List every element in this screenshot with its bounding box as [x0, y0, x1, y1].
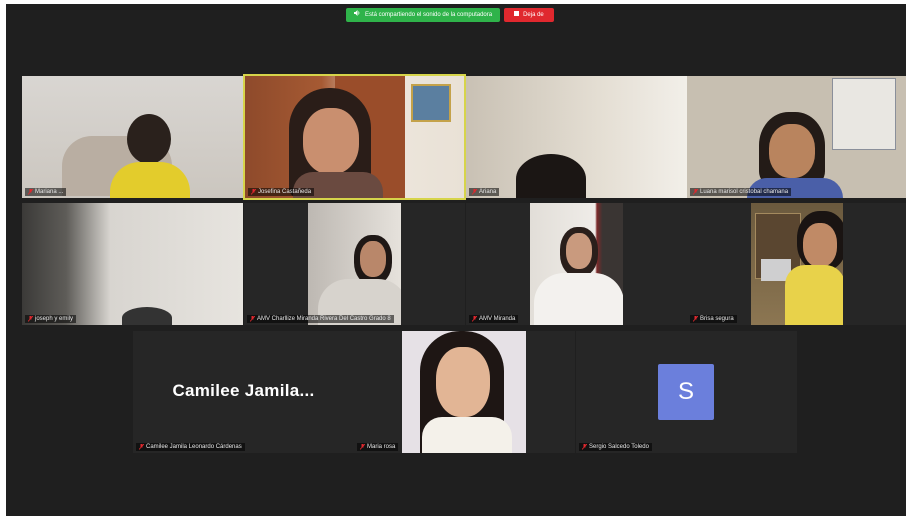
- participant-tile-camilee[interactable]: Camilee Jamila... Camilee Jamila Leonard…: [133, 331, 354, 453]
- participant-name: joseph y emily: [35, 316, 74, 322]
- stop-label: Deja de: [523, 12, 544, 18]
- participant-name-label: AMV Miranda: [469, 315, 519, 323]
- participant-name-label: joseph y emily: [25, 315, 77, 323]
- participant-name-label: Camilee Jamila Leonardo Cárdenas: [136, 443, 245, 451]
- person-head: [127, 114, 171, 164]
- participant-video: [22, 203, 243, 325]
- participant-video: [308, 203, 401, 325]
- participant-name-label: Luana marisol cristobal chamana: [690, 188, 792, 196]
- participant-name-label: Sergio Salcedo Toledo: [579, 443, 652, 451]
- participant-name: Sergio Salcedo Toledo: [589, 444, 649, 450]
- avatar: S: [658, 364, 714, 420]
- participant-video: [530, 203, 623, 325]
- participant-tile-maria-rosa[interactable]: Maria rosa: [354, 331, 575, 453]
- person-face: [436, 347, 490, 417]
- participant-tile-ariana[interactable]: Ariana: [466, 76, 687, 198]
- participant-tile-amv-miranda[interactable]: AMV Miranda: [466, 203, 687, 325]
- participant-tile-brisa[interactable]: Brisa segura: [687, 203, 906, 325]
- person-face: [769, 124, 815, 178]
- person-body: [110, 162, 190, 198]
- participant-name: Josefina Castañeda: [258, 189, 312, 195]
- participant-name: Luana marisol cristobal chamana: [700, 189, 789, 195]
- blurred-object: [122, 307, 172, 325]
- participant-video: [402, 331, 526, 453]
- participant-tile-luana[interactable]: Luana marisol cristobal chamana: [687, 76, 906, 198]
- person-body: [785, 265, 843, 325]
- participant-name: Maria rosa: [367, 444, 396, 450]
- participant-display-name: Camilee Jamila...: [172, 381, 315, 400]
- participant-name-label: Ariana: [469, 188, 500, 196]
- participant-tile-mariana[interactable]: Mariana ...: [22, 76, 243, 198]
- person-face: [803, 223, 837, 267]
- participant-tile-sergio[interactable]: S Sergio Salcedo Toledo: [576, 331, 797, 453]
- sharing-text: Está compartiendo el sonido de la comput…: [365, 12, 493, 18]
- participant-name-label: Josefina Castañeda: [248, 188, 315, 196]
- person-face: [360, 241, 386, 277]
- participant-video: [22, 76, 243, 198]
- participant-tile-amv-charllize[interactable]: AMV Charllize Miranda Rivera Del Castro …: [244, 203, 465, 325]
- participant-name: Mariana ...: [35, 189, 64, 195]
- person-body: [422, 417, 512, 453]
- muted-mic-icon: [28, 316, 33, 322]
- participant-name-label: Mariana ...: [25, 188, 67, 196]
- participant-name: AMV Miranda: [479, 316, 516, 322]
- share-status-bar: Está compartiendo el sonido de la comput…: [346, 8, 554, 22]
- participant-video: [466, 76, 687, 198]
- person-face: [303, 108, 359, 174]
- muted-mic-icon: [693, 316, 698, 322]
- zoom-gallery-window: Está compartiendo el sonido de la comput…: [6, 4, 906, 516]
- muted-mic-icon: [472, 316, 477, 322]
- muted-mic-icon: [582, 444, 587, 450]
- participant-name: Camilee Jamila Leonardo Cárdenas: [146, 444, 242, 450]
- participant-tile-joseph-emily[interactable]: joseph y emily: [22, 203, 243, 325]
- participant-video: [245, 76, 464, 198]
- participant-tile-josefina[interactable]: Josefina Castañeda: [243, 74, 466, 200]
- participant-name: Ariana: [479, 189, 497, 195]
- muted-mic-icon: [28, 189, 33, 195]
- muted-mic-icon: [360, 444, 365, 450]
- stop-sharing-button[interactable]: Deja de: [504, 8, 554, 22]
- muted-mic-icon: [472, 189, 477, 195]
- speaker-icon: [354, 8, 361, 22]
- muted-mic-icon: [251, 189, 256, 195]
- computer-sound-sharing-indicator[interactable]: Está compartiendo el sonido de la comput…: [346, 8, 501, 22]
- calendar-shape: [832, 78, 896, 150]
- participant-name: Brisa segura: [700, 316, 734, 322]
- muted-mic-icon: [139, 444, 144, 450]
- person-hair: [516, 154, 586, 198]
- muted-mic-icon: [693, 189, 698, 195]
- participant-name-label: Maria rosa: [357, 443, 399, 451]
- person-face: [566, 233, 592, 269]
- participant-name: AMV Charllize Miranda Rivera Del Castro …: [257, 316, 391, 322]
- participant-name-label: Brisa segura: [690, 315, 737, 323]
- person-body: [534, 273, 623, 325]
- muted-mic-icon: [250, 316, 255, 322]
- picture-frame: [411, 84, 451, 122]
- participant-video: [687, 76, 906, 198]
- participant-video: [751, 203, 843, 325]
- stop-square-icon: [514, 8, 520, 22]
- participant-name-label: AMV Charllize Miranda Rivera Del Castro …: [247, 315, 394, 323]
